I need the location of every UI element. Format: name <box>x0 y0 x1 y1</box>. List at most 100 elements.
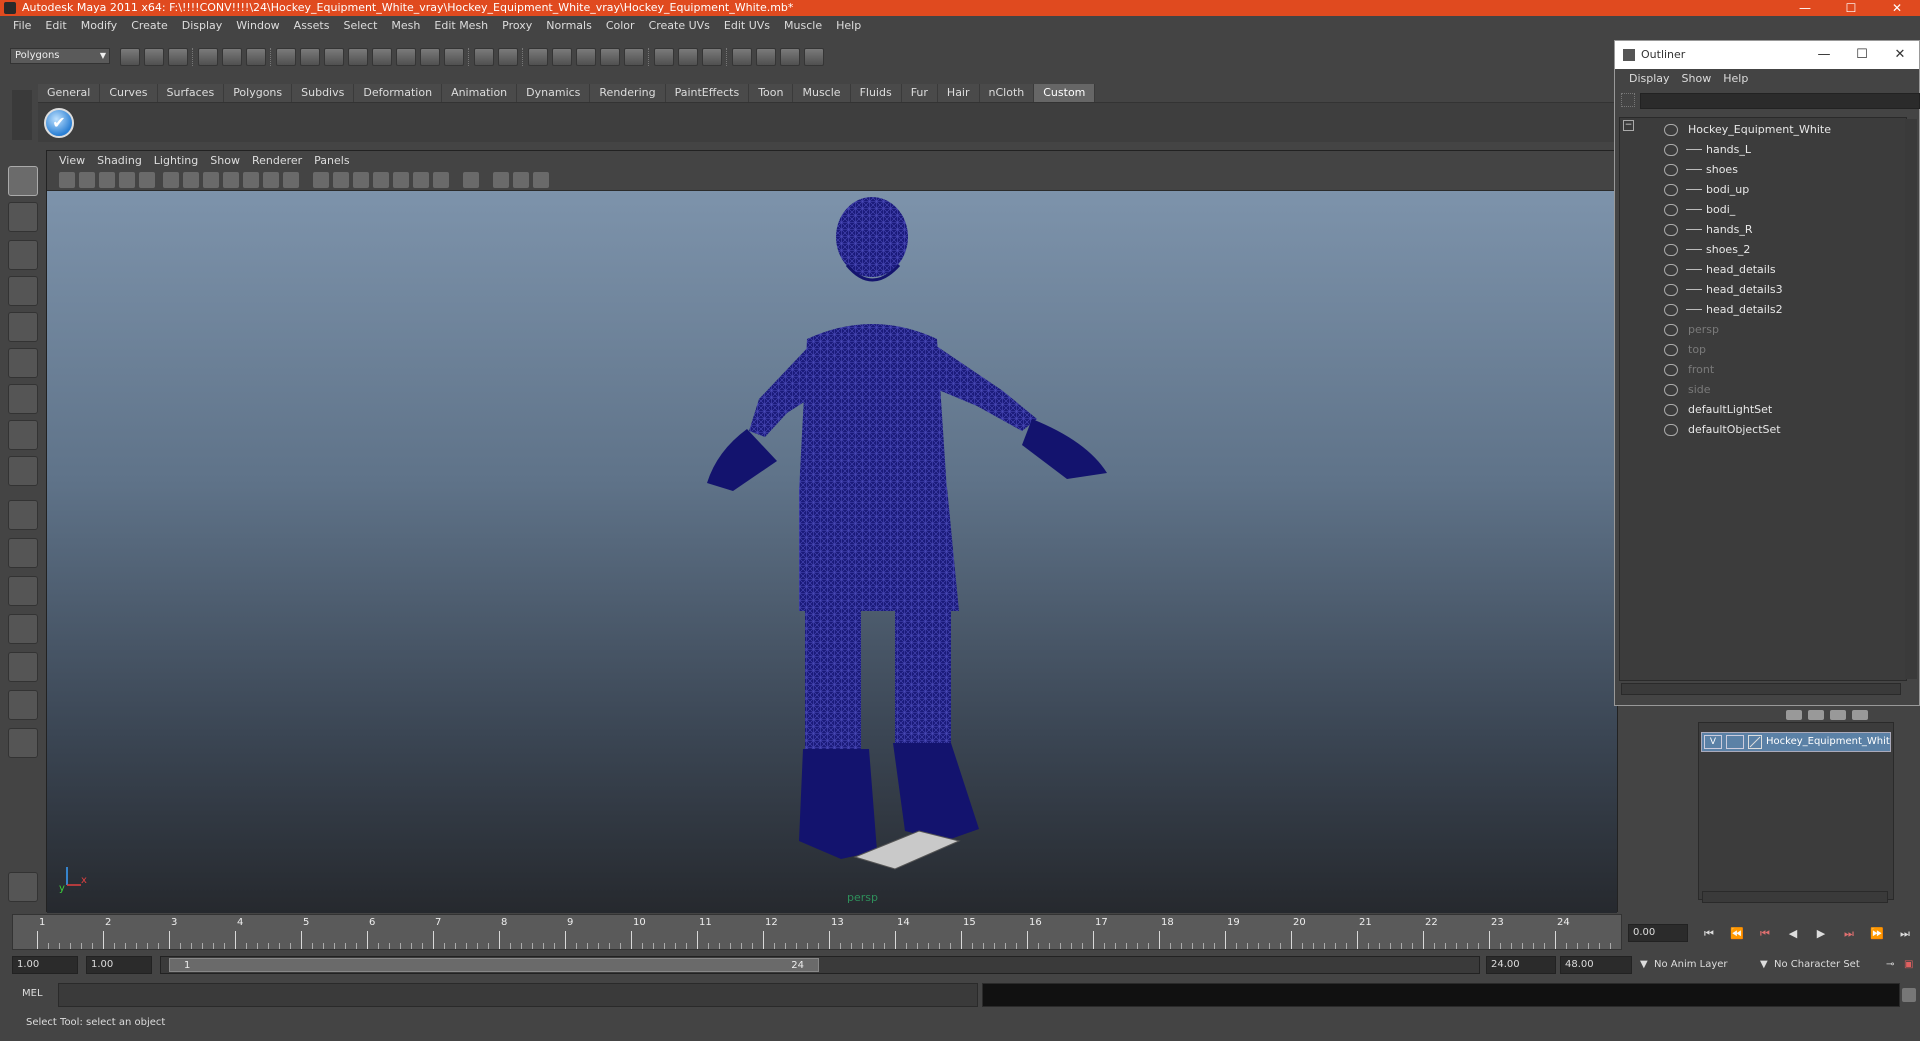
new-empty-layer-icon[interactable] <box>1830 710 1846 720</box>
wireframe-icon[interactable] <box>313 172 329 188</box>
outliner-menu-help[interactable]: Help <box>1717 72 1754 85</box>
menu-window[interactable]: Window <box>229 19 286 32</box>
tab-subdivs[interactable]: Subdivs <box>292 84 355 102</box>
move-tool-icon[interactable] <box>8 276 38 306</box>
outliner-item[interactable]: bodi_ <box>1620 202 1900 218</box>
menu-muscle[interactable]: Muscle <box>777 19 829 32</box>
animation-end-field[interactable]: 48.00 <box>1560 956 1632 974</box>
layer-visibility-toggle[interactable]: V <box>1704 735 1722 749</box>
outliner-item[interactable]: Hockey_Equipment_White <box>1620 122 1900 138</box>
render-frame-icon[interactable] <box>528 48 548 66</box>
range-slider[interactable]: 1 24 <box>160 956 1480 974</box>
anim-layer-dropdown[interactable]: No Anim Layer <box>1654 956 1754 974</box>
filter-icon[interactable] <box>1621 93 1635 107</box>
scale-tool-icon[interactable] <box>8 348 38 378</box>
tab-muscle[interactable]: Muscle <box>793 84 851 102</box>
history-icon[interactable] <box>396 48 416 66</box>
tab-fluids[interactable]: Fluids <box>850 84 902 102</box>
camera-attributes-icon[interactable] <box>79 172 95 188</box>
snap-surface-icon[interactable] <box>372 48 392 66</box>
menu-edit[interactable]: Edit <box>38 19 73 32</box>
last-tool-icon[interactable] <box>8 456 38 486</box>
tab-toon[interactable]: Toon <box>749 84 794 102</box>
minimize-button[interactable]: — <box>1790 0 1820 16</box>
use-all-lights-icon[interactable] <box>393 172 409 188</box>
new-scene-icon[interactable] <box>120 48 140 66</box>
outliner-minimize-button[interactable]: — <box>1805 41 1843 69</box>
tab-ncloth[interactable]: nCloth <box>979 84 1035 102</box>
grid-icon[interactable] <box>163 172 179 188</box>
mel-label[interactable]: MEL <box>22 988 43 999</box>
outliner-graph-layout-icon[interactable] <box>8 690 38 720</box>
move-layer-down-icon[interactable] <box>1808 710 1824 720</box>
animation-start-field[interactable]: 1.00 <box>12 956 78 974</box>
wireframe-on-shaded-icon[interactable] <box>353 172 369 188</box>
time-slider[interactable]: 1 2 3 4 5 6 7 8 9 10 11 12 13 14 15 16 17 18 19 20 21 22 23 24 <box>12 914 1622 950</box>
outliner-item[interactable]: defaultLightSet <box>1620 402 1900 418</box>
playback-start-field[interactable]: 1.00 <box>86 956 152 974</box>
field-chart-icon[interactable] <box>243 172 259 188</box>
maximize-button[interactable]: ☐ <box>1836 0 1866 16</box>
hypershade-icon[interactable] <box>600 48 620 66</box>
lock-icon[interactable] <box>474 48 494 66</box>
tab-dynamics[interactable]: Dynamics <box>517 84 591 102</box>
hypershade-layout-icon[interactable] <box>8 652 38 682</box>
step-forward-key-icon[interactable]: ⏭ <box>1840 926 1858 942</box>
auto-key-icon[interactable]: ⊸ <box>1886 956 1894 974</box>
play-backwards-icon[interactable]: ◀ <box>1784 926 1802 942</box>
resolution-gate-icon[interactable] <box>203 172 219 188</box>
layer-scrollbar[interactable] <box>1702 891 1888 903</box>
tab-surfaces[interactable]: Surfaces <box>157 84 225 102</box>
outliner-item[interactable]: persp <box>1620 322 1900 338</box>
outliner-filter-field[interactable] <box>1640 93 1920 109</box>
outliner-item[interactable]: shoes_2 <box>1620 242 1900 258</box>
outliner-item[interactable]: side <box>1620 382 1900 398</box>
outliner-item[interactable]: bodi_up <box>1620 182 1900 198</box>
outliner-vertical-scrollbar[interactable] <box>1905 119 1917 679</box>
textured-icon[interactable] <box>373 172 389 188</box>
step-forward-frame-icon[interactable]: ⏩ <box>1868 926 1886 942</box>
show-channel-box-icon[interactable] <box>678 48 698 66</box>
character-set-dropdown[interactable]: No Character Set <box>1774 956 1884 974</box>
single-perspective-layout-icon[interactable] <box>8 500 38 530</box>
settings-icon[interactable] <box>804 48 824 66</box>
outliner-close-button[interactable]: ✕ <box>1881 41 1919 69</box>
manipulator-tool-icon[interactable] <box>8 384 38 414</box>
render-region-icon[interactable] <box>498 48 518 66</box>
step-back-key-icon[interactable]: ⏮ <box>1756 926 1774 942</box>
outliner-item[interactable]: hands_L <box>1620 142 1900 158</box>
viewport-canvas[interactable]: y x persp <box>47 191 1617 913</box>
chevron-down-icon[interactable]: ▼ <box>1760 956 1768 974</box>
batch-render-icon[interactable] <box>624 48 644 66</box>
image-plane-icon[interactable] <box>119 172 135 188</box>
current-time-field[interactable]: 0.00 <box>1628 924 1688 942</box>
menu-edit-mesh[interactable]: Edit Mesh <box>427 19 495 32</box>
xray-components-icon[interactable] <box>533 172 549 188</box>
tab-hair[interactable]: Hair <box>937 84 980 102</box>
safe-action-icon[interactable] <box>263 172 279 188</box>
command-input[interactable] <box>58 983 978 1007</box>
outliner-maximize-button[interactable]: ☐ <box>1843 41 1881 69</box>
show-attribute-editor-icon[interactable] <box>654 48 674 66</box>
outliner-item[interactable]: top <box>1620 342 1900 358</box>
menu-help[interactable]: Help <box>829 19 868 32</box>
lasso-tool-icon[interactable] <box>8 202 38 232</box>
snap-plane-icon[interactable] <box>348 48 368 66</box>
menu-mesh[interactable]: Mesh <box>384 19 427 32</box>
menu-assets[interactable]: Assets <box>287 19 337 32</box>
more-layouts-icon[interactable] <box>8 728 38 758</box>
high-quality-icon[interactable] <box>433 172 449 188</box>
outliner-menu-display[interactable]: Display <box>1623 72 1676 85</box>
menu-edit-uvs[interactable]: Edit UVs <box>717 19 777 32</box>
snap-point-icon[interactable] <box>324 48 344 66</box>
outliner-item[interactable]: hands_R <box>1620 222 1900 238</box>
layer-color-icon[interactable] <box>1748 735 1762 749</box>
go-to-start-icon[interactable]: ⏮ <box>1700 926 1718 942</box>
menu-display[interactable]: Display <box>175 19 230 32</box>
panel-menu-show[interactable]: Show <box>204 154 246 167</box>
input-ops-icon[interactable] <box>420 48 440 66</box>
step-back-frame-icon[interactable]: ⏪ <box>1728 926 1746 942</box>
persp-outliner-layout-icon[interactable] <box>8 576 38 606</box>
shelf-menu-handle[interactable] <box>12 90 32 140</box>
soft-mod-tool-icon[interactable] <box>8 420 38 450</box>
